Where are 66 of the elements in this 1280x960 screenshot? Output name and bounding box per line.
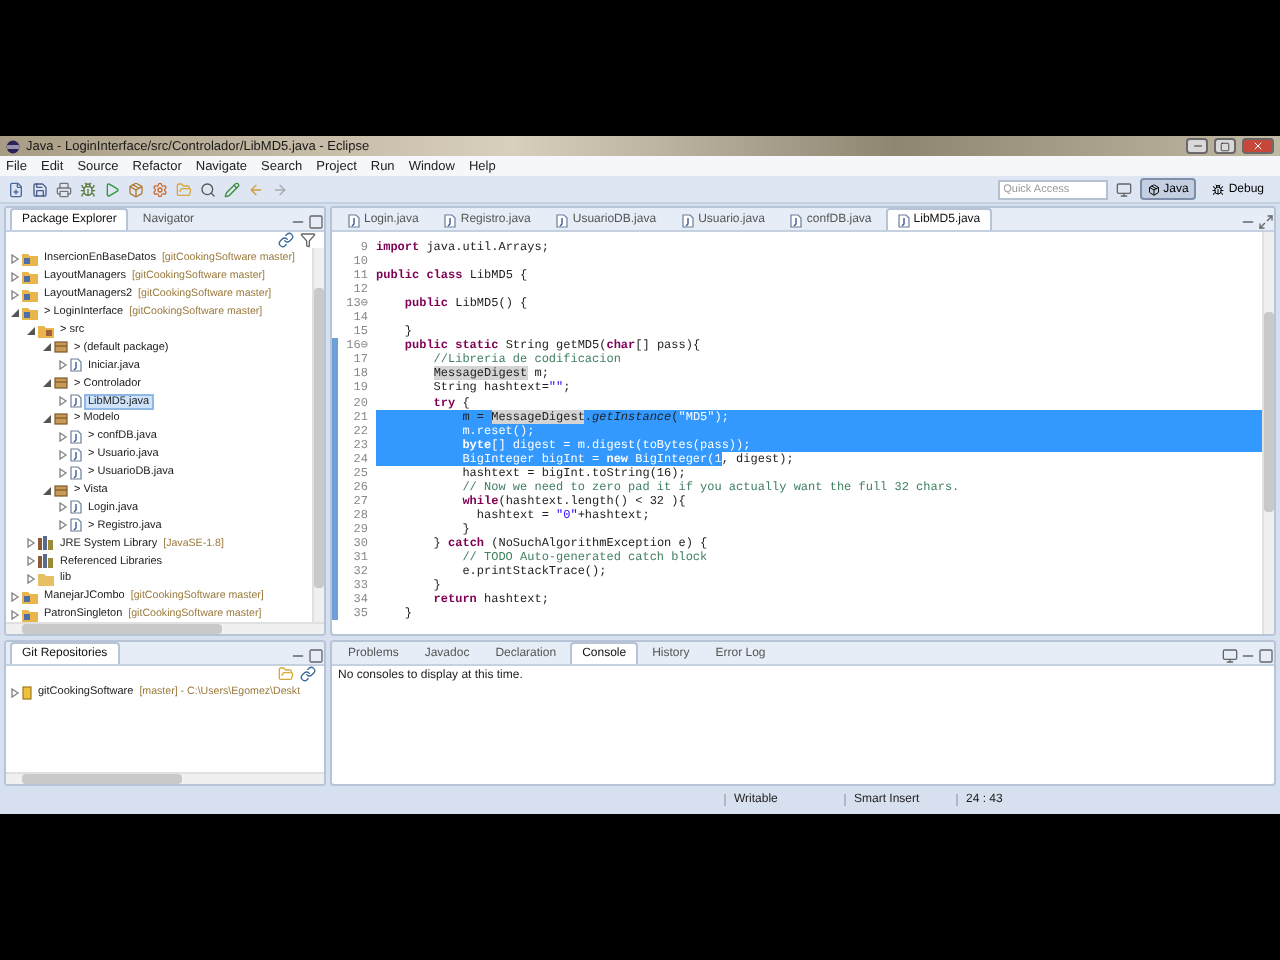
repository-icon: [22, 685, 32, 700]
save-icon[interactable]: [32, 181, 48, 197]
horizontal-scrollbar[interactable]: [6, 772, 324, 784]
filter-icon[interactable]: [300, 232, 316, 248]
java-file-icon: [444, 213, 457, 227]
java-file-icon: [70, 358, 82, 373]
java-file-icon: [70, 465, 82, 480]
add-repository-icon[interactable]: [278, 666, 294, 682]
expanded-arrow-icon[interactable]: [42, 378, 52, 389]
link-icon[interactable]: [278, 232, 294, 248]
collapsed-arrow-icon[interactable]: [58, 360, 68, 371]
maximize-icon[interactable]: [308, 214, 324, 230]
java-file-icon: [70, 500, 82, 515]
java-file-icon: [70, 429, 82, 444]
java-file-icon: [897, 213, 910, 227]
package-icon: [54, 483, 68, 498]
folder-icon: [38, 571, 54, 586]
project-folder-icon: [22, 251, 38, 266]
gear-icon[interactable]: [152, 181, 168, 197]
pencil-icon[interactable]: [224, 181, 240, 197]
java-file-icon: [70, 447, 82, 462]
maximize-icon[interactable]: [308, 648, 324, 664]
project-folder-icon: [22, 607, 38, 622]
minimize-button[interactable]: [1186, 138, 1208, 154]
package-icon: [54, 411, 68, 426]
maximize-icon[interactable]: [1258, 648, 1274, 664]
package-icon[interactable]: [128, 181, 144, 197]
maximize-button[interactable]: [1214, 138, 1236, 154]
java-file-icon: [348, 213, 360, 227]
open-perspective-icon[interactable]: [1115, 181, 1132, 197]
project-folder-icon: [22, 269, 38, 284]
project-folder-icon: [22, 589, 38, 604]
printer-icon[interactable]: [56, 181, 72, 197]
minimize-icon: [1191, 140, 1203, 152]
close-button[interactable]: [1242, 138, 1274, 154]
java-file-icon: [70, 394, 82, 409]
link-icon[interactable]: [300, 666, 316, 682]
project-folder-icon: [22, 287, 38, 302]
display-console-icon[interactable]: [1222, 648, 1238, 664]
maximize-icon[interactable]: [1258, 214, 1274, 230]
package-icon: [54, 376, 68, 391]
source-folder-icon: [38, 323, 54, 337]
package-icon: [1147, 183, 1160, 195]
java-file-icon: [682, 213, 695, 227]
vertical-scrollbar[interactable]: [312, 248, 324, 622]
new-file-icon[interactable]: [8, 181, 24, 197]
back-arrow-icon[interactable]: [248, 181, 264, 197]
project-folder-icon: [22, 305, 38, 320]
forward-arrow-icon[interactable]: [272, 181, 288, 197]
folder-icon[interactable]: [176, 181, 192, 197]
horizontal-scrollbar[interactable]: [6, 622, 324, 634]
collapsed-arrow-icon[interactable]: [10, 687, 20, 698]
maximize-icon: [1220, 141, 1230, 151]
package-icon: [54, 340, 68, 355]
vertical-scrollbar[interactable]: [1262, 232, 1274, 634]
bug-icon[interactable]: [80, 181, 96, 197]
close-icon: [1252, 140, 1264, 152]
collapsed-arrow-icon[interactable]: [58, 396, 68, 407]
expanded-arrow-icon[interactable]: [42, 485, 52, 496]
java-file-icon: [70, 518, 82, 533]
java-file-icon: [790, 213, 803, 227]
java-file-icon: [556, 213, 569, 227]
search-icon[interactable]: [200, 181, 216, 197]
bug-icon: [1212, 183, 1225, 195]
run-icon[interactable]: [104, 181, 120, 197]
expanded-arrow-icon[interactable]: [42, 413, 52, 424]
